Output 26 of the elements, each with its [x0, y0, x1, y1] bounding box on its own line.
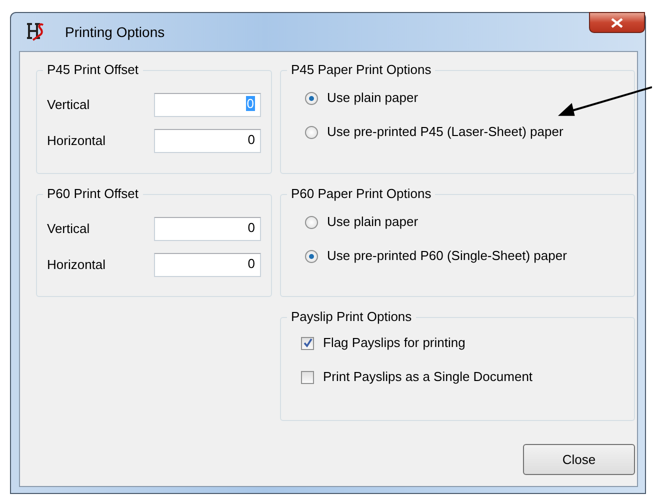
field-label: Horizontal [47, 256, 106, 274]
group-title: P45 Paper Print Options [287, 62, 436, 78]
option-label: Use plain paper [327, 89, 418, 108]
close-window-button[interactable] [589, 12, 645, 33]
close-icon [611, 18, 623, 28]
window-title: Printing Options [65, 22, 165, 42]
field-label: Vertical [47, 96, 90, 114]
radio-button[interactable] [305, 216, 318, 228]
number-field[interactable]: 0 [154, 129, 261, 153]
option-label: Use plain paper [327, 213, 418, 232]
group-title: P60 Paper Print Options [287, 186, 436, 202]
number-field[interactable]: 0 [154, 253, 261, 277]
checkbox-label: Print Payslips as a Single Document [323, 368, 533, 386]
option-label: Use pre-printed P45 (Laser-Sheet) paper [327, 123, 564, 142]
radio-button[interactable] [305, 250, 318, 262]
field-label: Horizontal [47, 132, 106, 150]
radio-button[interactable] [305, 126, 318, 138]
field-label: Vertical [47, 220, 90, 238]
group-title: Payslip Print Options [287, 309, 416, 325]
checkbox[interactable] [301, 336, 314, 350]
radio-button[interactable] [305, 92, 318, 104]
close-button[interactable]: Close [523, 444, 635, 475]
option-label: Use pre-printed P60 (Single-Sheet) paper [327, 247, 567, 266]
checkbox-label: Flag Payslips for printing [323, 334, 466, 352]
checkbox[interactable] [301, 370, 314, 384]
number-field[interactable]: 0 [154, 217, 261, 241]
